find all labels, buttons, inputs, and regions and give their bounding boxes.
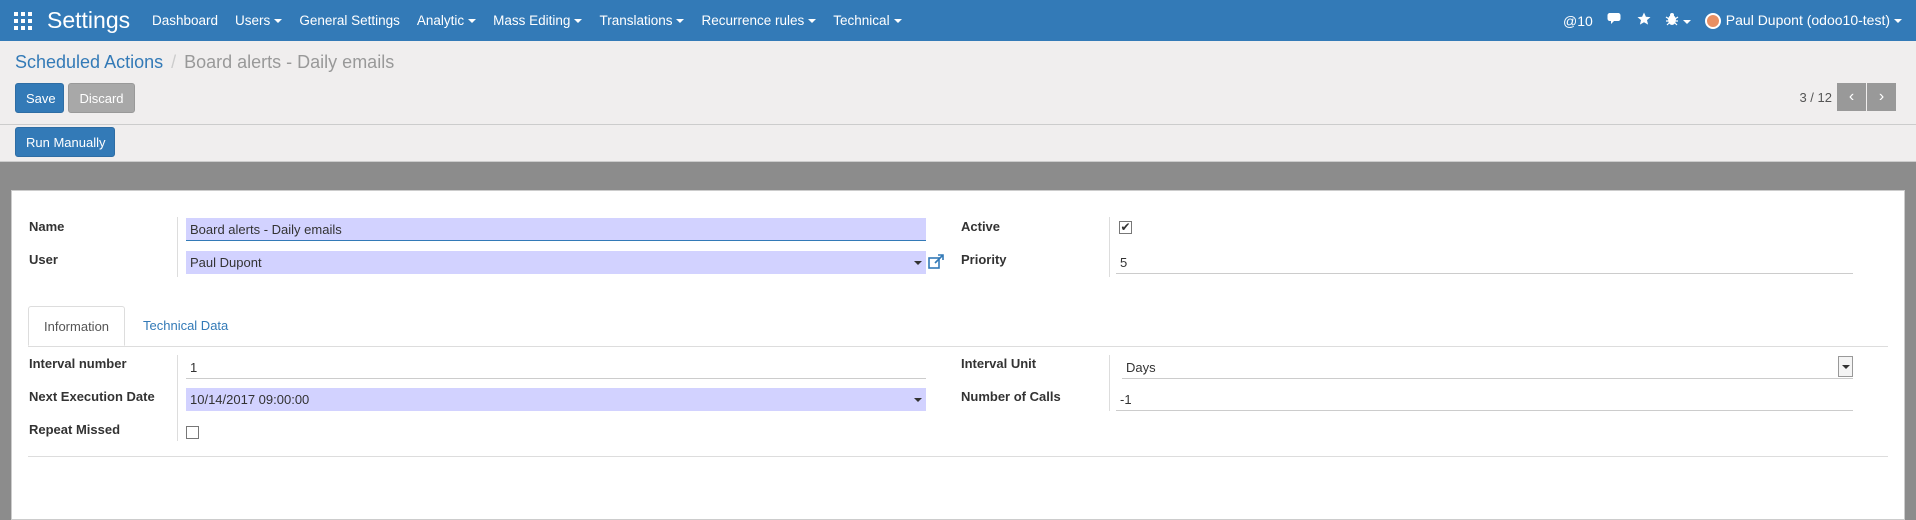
interval-unit-select[interactable]: Days: [1122, 356, 1853, 379]
user-value: Paul Dupont: [190, 255, 262, 270]
breadcrumb-separator: /: [171, 52, 177, 72]
repeat-missed-checkbox[interactable]: [186, 426, 199, 439]
priority-label: Priority: [961, 252, 1007, 267]
avatar: [1704, 13, 1721, 30]
pager-value[interactable]: 3 / 12: [1799, 90, 1832, 105]
top-navbar: Settings Dashboard Users General Setting…: [0, 0, 1916, 41]
chat-icon: [1607, 13, 1621, 24]
apps-menu-icon[interactable]: [14, 12, 32, 30]
number-of-calls-input[interactable]: -1: [1116, 388, 1853, 411]
interval-number-input[interactable]: 1: [186, 356, 926, 379]
group-divider: [177, 355, 178, 441]
next-execution-date-value: 10/14/2017 09:00:00: [190, 392, 310, 407]
star-icon: [1637, 12, 1651, 25]
menu-label: Users: [235, 13, 271, 28]
caret-down-icon: [1682, 20, 1691, 25]
save-button[interactable]: Save: [15, 83, 64, 113]
breadcrumb-current: Board alerts - Daily emails: [184, 52, 395, 72]
active-label: Active: [961, 219, 1001, 234]
breadcrumb-parent[interactable]: Scheduled Actions: [15, 52, 163, 72]
interval-number-label: Interval number: [29, 356, 127, 371]
caret-down-icon: [1894, 19, 1902, 24]
menu-label: Technical: [833, 13, 890, 28]
pager-previous-button[interactable]: ‹: [1837, 83, 1866, 111]
caret-down-icon: [468, 19, 477, 24]
menu-mass-editing[interactable]: Mass Editing: [493, 13, 583, 28]
checkmark-icon: ✔: [1120, 220, 1131, 234]
priority-input[interactable]: 5: [1116, 251, 1853, 274]
menu-label: Translations: [599, 13, 673, 28]
menu-general-settings[interactable]: General Settings: [299, 13, 400, 28]
caret-down-icon: [676, 19, 685, 24]
chat-button[interactable]: [1607, 12, 1623, 29]
group-divider: [1109, 355, 1110, 411]
tab-technical-data[interactable]: Technical Data: [128, 306, 243, 346]
dropdown-arrow-icon: [1842, 365, 1850, 369]
tab-information[interactable]: Information: [28, 306, 126, 346]
dropdown-arrow-icon: [914, 261, 922, 265]
caret-down-icon: [274, 19, 283, 24]
pager: 3 / 12 ‹ ›: [1799, 83, 1896, 111]
interval-unit-label: Interval Unit: [961, 356, 1037, 371]
next-execution-date-label: Next Execution Date: [29, 389, 155, 404]
notebook-tabs: Information Technical Data: [28, 306, 1888, 347]
user-name: Paul Dupont (odoo10-test): [1725, 11, 1890, 28]
menu-recurrence-rules[interactable]: Recurrence rules: [701, 13, 817, 28]
menu-analytic[interactable]: Analytic: [416, 13, 477, 28]
main-menu: Dashboard Users General Settings Analyti…: [152, 0, 919, 41]
app-title: Settings: [47, 7, 131, 33]
caret-down-icon: [574, 19, 583, 24]
form-sheet: Name Board alerts - Daily emails User Pa…: [11, 190, 1905, 520]
user-select[interactable]: Paul Dupont: [186, 251, 926, 274]
menu-dashboard[interactable]: Dashboard: [152, 13, 218, 28]
number-of-calls-label: Number of Calls: [961, 389, 1061, 404]
menu-label: Recurrence rules: [701, 13, 805, 28]
group-divider: [1109, 217, 1110, 277]
debug-menu-button[interactable]: [1665, 12, 1691, 29]
user-menu[interactable]: Paul Dupont (odoo10-test): [1704, 11, 1902, 30]
caret-down-icon: [808, 19, 817, 24]
breadcrumb: Scheduled Actions / Board alerts - Daily e…: [15, 51, 394, 73]
repeat-missed-label: Repeat Missed: [29, 422, 121, 437]
external-link-icon[interactable]: [928, 254, 944, 270]
next-execution-date-picker[interactable]: 10/14/2017 09:00:00: [186, 388, 926, 411]
dropdown-arrow-icon: [914, 398, 922, 402]
discard-button[interactable]: Discard: [68, 83, 135, 113]
menu-label: Mass Editing: [493, 13, 571, 28]
user-label: User: [29, 252, 58, 267]
bug-icon: [1665, 13, 1679, 26]
form-statusbar: Run Manually: [0, 125, 1916, 162]
menu-technical[interactable]: Technical: [833, 13, 902, 28]
name-input[interactable]: Board alerts - Daily emails: [186, 218, 926, 241]
group-divider: [177, 217, 178, 277]
run-manually-button[interactable]: Run Manually: [15, 127, 115, 157]
menu-label: Dashboard: [152, 13, 219, 28]
active-checkbox[interactable]: ✔: [1119, 221, 1132, 234]
menu-label: Analytic: [416, 13, 465, 28]
control-panel: Scheduled Actions / Board alerts - Daily e…: [0, 41, 1916, 125]
interval-unit-value: Days: [1126, 360, 1156, 375]
systray: @10 Paul Dupont (odoo10-test): [1563, 0, 1916, 41]
menu-label: General Settings: [299, 13, 400, 28]
notifications-button[interactable]: @10: [1563, 13, 1593, 29]
menu-users[interactable]: Users: [235, 13, 283, 28]
chevron-right-icon: ›: [1878, 88, 1885, 105]
favorites-button[interactable]: [1637, 12, 1651, 29]
chevron-left-icon: ‹: [1848, 88, 1855, 105]
name-label: Name: [29, 219, 65, 234]
notification-count: @10: [1562, 12, 1593, 29]
pager-next-button[interactable]: ›: [1867, 83, 1896, 111]
caret-down-icon: [893, 19, 902, 24]
menu-translations[interactable]: Translations: [599, 13, 685, 28]
select-arrow-button: [1838, 356, 1853, 377]
section-divider: [28, 456, 1888, 457]
